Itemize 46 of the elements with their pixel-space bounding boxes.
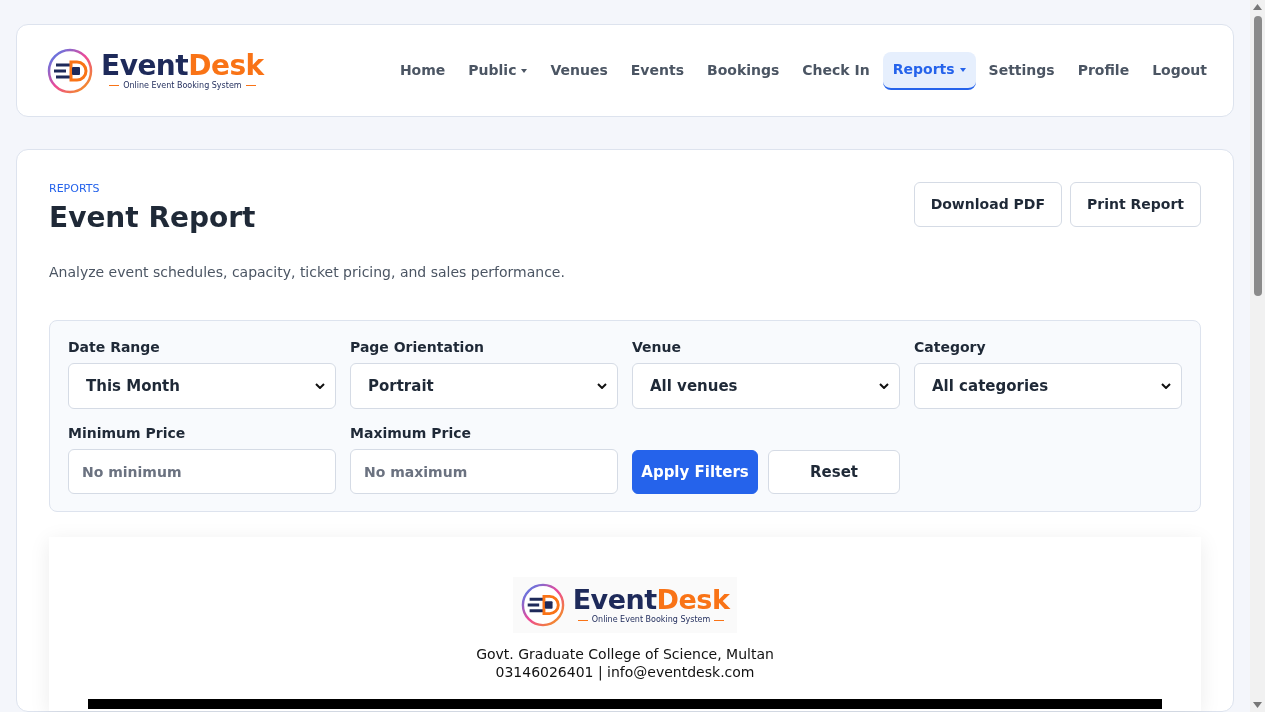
contact-text: 03146026401 | info@eventdesk.com bbox=[495, 663, 755, 681]
brand-name: EventDesk bbox=[101, 50, 264, 81]
nav-link[interactable]: Settings bbox=[978, 51, 1065, 90]
chevron-down-icon bbox=[315, 383, 325, 389]
field-label: Page Orientation bbox=[350, 338, 485, 357]
logo-icon bbox=[520, 583, 565, 627]
scroll-down-icon[interactable] bbox=[1253, 702, 1262, 708]
brand-tagline: Online Event Booking System bbox=[591, 615, 711, 625]
dropdown-select[interactable]: All categories bbox=[914, 363, 1182, 409]
nav-link[interactable]: Public bbox=[458, 51, 538, 90]
nav-link[interactable]: Bookings bbox=[697, 51, 790, 90]
nav-link[interactable]: Reports bbox=[882, 51, 976, 90]
scroll-up-icon[interactable] bbox=[1253, 4, 1262, 10]
field-label: Category bbox=[914, 338, 987, 357]
field-label: Minimum Price bbox=[68, 424, 187, 443]
header-button[interactable]: Print Report bbox=[1070, 182, 1201, 227]
page-title: Event Report bbox=[49, 200, 257, 236]
caret-icon bbox=[521, 68, 528, 73]
field-label: Maximum Price bbox=[350, 424, 472, 443]
page-subtitle: Analyze event schedules, capacity, ticket pricing, and sales performance. bbox=[49, 263, 565, 282]
header-button[interactable]: Download PDF bbox=[913, 182, 1062, 227]
nav-link[interactable]: Logout bbox=[1142, 51, 1217, 90]
caret-icon bbox=[959, 67, 966, 72]
filter-button[interactable]: Reset bbox=[768, 450, 900, 494]
nav-link[interactable]: Events bbox=[620, 51, 694, 90]
section-label: REPORTS bbox=[49, 182, 101, 196]
logo-icon bbox=[47, 47, 93, 94]
brand-name: EventDesk bbox=[572, 585, 730, 615]
field-label: Date Range bbox=[68, 338, 161, 357]
nav-link[interactable]: Check In bbox=[792, 51, 880, 90]
dropdown-select[interactable]: Portrait bbox=[350, 363, 618, 409]
price-input[interactable]: No minimum bbox=[68, 449, 336, 494]
scrollbar-thumb[interactable] bbox=[1253, 16, 1262, 296]
price-input[interactable]: No maximum bbox=[350, 449, 618, 494]
dropdown-select[interactable]: This Month bbox=[68, 363, 336, 409]
chevron-down-icon bbox=[1161, 383, 1171, 389]
chevron-down-icon bbox=[879, 383, 889, 389]
nav-link[interactable]: Venues bbox=[540, 51, 618, 90]
nav-link[interactable]: Home bbox=[389, 51, 456, 90]
nav-link[interactable]: Profile bbox=[1067, 51, 1140, 90]
address-text: Govt. Graduate College of Science, Multan bbox=[476, 645, 774, 663]
brand-tagline: Online Event Booking System bbox=[123, 80, 242, 91]
field-label: Venue bbox=[632, 338, 682, 357]
dropdown-select[interactable]: All venues bbox=[632, 363, 900, 409]
filter-button[interactable]: Apply Filters bbox=[632, 450, 758, 494]
chevron-down-icon bbox=[597, 383, 607, 389]
